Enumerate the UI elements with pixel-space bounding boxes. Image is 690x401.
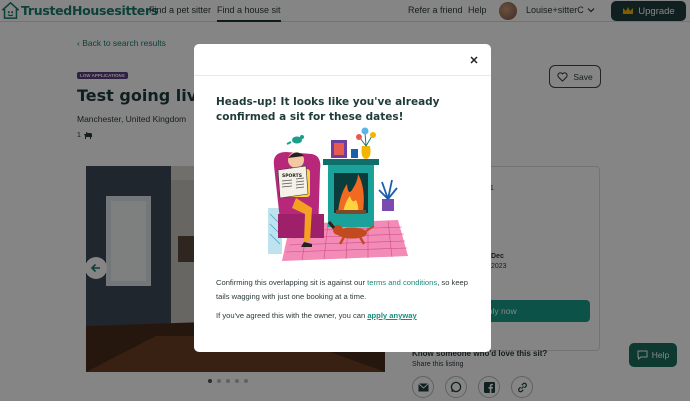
modal-title: Heads-up! It looks like you've already c… xyxy=(216,96,440,123)
modal-paragraph-apply: If you've agreed this with the owner, yo… xyxy=(216,309,481,322)
modal-paragraph-terms: Confirming this overlapping sit is again… xyxy=(216,276,481,303)
modal-p2-text: If you've agreed this with the owner, yo… xyxy=(216,311,368,320)
apply-anyway-link[interactable]: apply anyway xyxy=(367,311,416,320)
overlap-warning-modal: Heads-up! It looks like you've already c… xyxy=(194,44,491,352)
close-icon[interactable] xyxy=(468,54,480,66)
fireplace-reader-illustration: SPORTS xyxy=(268,127,408,261)
terms-link[interactable]: terms and conditions xyxy=(367,278,437,287)
modal-divider xyxy=(194,75,491,76)
modal-p1-text: Confirming this overlapping sit is again… xyxy=(216,278,368,287)
svg-text:SPORTS: SPORTS xyxy=(282,173,302,179)
